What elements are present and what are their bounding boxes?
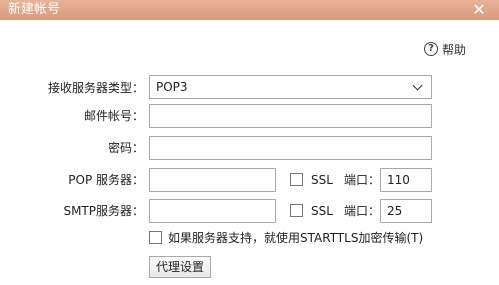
help-icon: ?	[424, 42, 438, 56]
starttls-label: 如果服务器支持，就使用STARTTLS加密传输(T)	[168, 231, 424, 245]
pop-server-label: POP 服务器：	[68, 173, 144, 187]
close-icon[interactable]: ✕	[471, 1, 487, 19]
title-bar: 新建帐号 ✕	[0, 0, 499, 20]
starttls-checkbox[interactable]	[149, 231, 162, 244]
chevron-down-icon	[412, 80, 423, 90]
dialog-title: 新建帐号	[8, 2, 61, 17]
server-type-value: POP3	[156, 80, 188, 94]
new-account-dialog: 新建帐号 ✕ ? 帮助 接收服务器类型： POP3 邮件帐号： 密码： POP …	[0, 0, 499, 285]
account-input[interactable]	[149, 104, 432, 128]
smtp-ssl-label: SSL	[311, 204, 333, 218]
pop-server-input[interactable]	[149, 168, 276, 192]
account-label: 邮件帐号：	[83, 109, 144, 123]
smtp-ssl-checkbox[interactable]	[290, 204, 303, 217]
server-type-label: 接收服务器类型：	[47, 81, 144, 95]
smtp-server-input[interactable]	[149, 199, 276, 223]
pop-port-label: 端口：	[344, 173, 381, 187]
pop-port-input[interactable]	[380, 168, 432, 192]
help-link[interactable]: ? 帮助	[424, 41, 466, 57]
smtp-server-label: SMTP服务器：	[63, 204, 144, 218]
password-label: 密码：	[107, 141, 144, 155]
pop-ssl-label: SSL	[311, 173, 333, 187]
pop-ssl-checkbox[interactable]	[290, 173, 303, 186]
password-input[interactable]	[149, 136, 432, 160]
smtp-port-label: 端口：	[344, 204, 381, 218]
help-label: 帮助	[442, 42, 467, 57]
proxy-settings-button[interactable]: 代理设置	[149, 256, 212, 278]
smtp-port-input[interactable]	[380, 199, 432, 223]
server-type-select[interactable]: POP3	[149, 75, 432, 99]
